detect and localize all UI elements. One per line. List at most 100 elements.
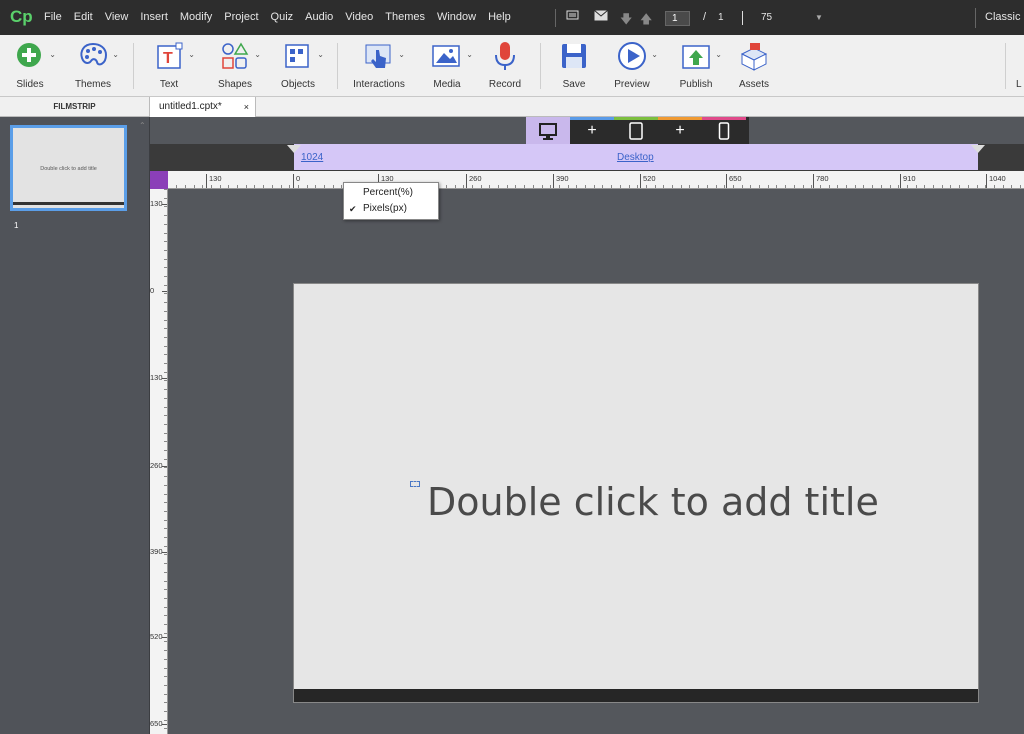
ruler-minor-tick <box>164 719 167 721</box>
slide-stage[interactable]: Double click to add title <box>293 283 979 703</box>
menu-help[interactable]: Help <box>488 11 511 23</box>
mobile-view-button[interactable] <box>702 117 746 144</box>
ruler-minor-tick <box>445 185 447 188</box>
left-breakpoint-marker[interactable] <box>287 145 301 153</box>
menu-modify[interactable]: Modify <box>180 11 212 23</box>
shapes-button[interactable]: ⌄ Shapes <box>213 40 261 90</box>
text-placeholder-handle[interactable] <box>410 481 420 487</box>
slide-thumbnail[interactable]: Double click to add title <box>10 125 127 211</box>
checkmark-icon: ✔ <box>349 204 357 214</box>
add-slide-icon: ⌄ <box>14 40 56 72</box>
ruler-minor-tick <box>463 185 465 188</box>
save-button[interactable]: Save <box>555 40 593 90</box>
ruler-minor-tick <box>663 185 665 188</box>
ruler-minor-tick <box>289 185 291 188</box>
add-breakpoint-plus-icon[interactable]: + <box>658 117 702 144</box>
ruler-minor-tick <box>680 185 682 188</box>
themes-button[interactable]: ⌄ Themes <box>70 40 119 90</box>
ruler-minor-tick <box>637 185 639 188</box>
ruler-minor-tick <box>506 185 508 188</box>
ruler-minor-tick <box>271 185 273 188</box>
breakpoint-width-link[interactable]: 1024 <box>301 152 323 163</box>
horizontal-ruler[interactable]: 130 0 130 260 390 520 650 780 910 1040 <box>150 171 1024 189</box>
add-breakpoint-plus-icon[interactable]: + <box>570 117 614 144</box>
ruler-minor-tick <box>164 406 167 408</box>
interactions-button[interactable]: ⌄ Interactions <box>353 40 405 90</box>
toolbar-divider <box>133 43 134 89</box>
breakpoint-name-link[interactable]: Desktop <box>617 152 654 163</box>
ruler-minor-tick <box>164 458 167 460</box>
ruler-minor-tick <box>219 185 221 188</box>
ruler-minor-tick <box>164 302 167 304</box>
assets-button[interactable]: Assets <box>735 40 773 90</box>
ruler-minor-tick <box>193 185 195 188</box>
ruler-minor-tick <box>471 185 473 188</box>
ruler-minor-tick <box>164 336 167 338</box>
menu-quiz[interactable]: Quiz <box>271 11 294 23</box>
ruler-minor-tick <box>645 185 647 188</box>
title-placeholder[interactable]: Double click to add title <box>427 480 879 524</box>
svg-text:T: T <box>163 50 173 67</box>
menu-window[interactable]: Window <box>437 11 476 23</box>
ruler-minor-tick <box>906 185 908 188</box>
main-toolbar: ⌄ Slides ⌄ Themes T ⌄ Text ⌄ Shapes ⌄ Ob… <box>0 35 1024 97</box>
close-tab-icon[interactable]: × <box>244 97 249 117</box>
ruler-minor-tick <box>164 597 167 599</box>
current-slide-input[interactable]: 1 <box>665 11 690 26</box>
media-button[interactable]: ⌄ Media <box>425 40 473 90</box>
record-button[interactable]: Record <box>485 40 525 90</box>
ruler-minor-tick <box>489 185 491 188</box>
zoom-chevron-down-icon[interactable]: ▼ <box>815 13 823 22</box>
menu-divider <box>555 9 556 27</box>
pager-divider <box>742 11 743 25</box>
menu-view[interactable]: View <box>105 11 129 23</box>
slides-button[interactable]: ⌄ Slides <box>8 40 56 90</box>
menu-themes[interactable]: Themes <box>385 11 425 23</box>
arrow-up-icon[interactable]: 🡅 <box>640 10 652 31</box>
vertical-ruler[interactable]: 130 0 130 260 390 520 650 <box>150 171 168 734</box>
desktop-view-button[interactable] <box>526 117 570 144</box>
menu-project[interactable]: Project <box>224 11 258 23</box>
menu-insert[interactable]: Insert <box>140 11 168 23</box>
slide-notes-icon[interactable] <box>566 10 579 25</box>
truncated-toolbar-label[interactable]: L <box>1016 79 1022 90</box>
zoom-select[interactable]: 75 <box>761 12 772 23</box>
ruler-minor-tick <box>498 185 499 188</box>
mail-icon[interactable] <box>594 10 608 24</box>
preview-button[interactable]: ⌄ Preview <box>610 40 658 90</box>
text-button[interactable]: T ⌄ Text <box>150 40 195 90</box>
ruler-minor-tick <box>854 185 856 188</box>
document-tab[interactable]: untitled1.cptx* × <box>150 97 256 117</box>
ruler-minor-tick <box>164 223 167 225</box>
percent-option[interactable]: Percent(%) <box>363 187 413 198</box>
ruler-minor-tick <box>237 185 238 188</box>
pixels-option[interactable]: Pixels(px) <box>363 203 407 214</box>
ruler-minor-tick <box>263 185 265 188</box>
ruler-minor-tick <box>164 589 167 591</box>
filmstrip-collapse-icon[interactable]: ⌃ <box>139 121 146 130</box>
arrow-down-icon[interactable]: 🡇 <box>620 10 632 31</box>
ruler-minor-tick <box>297 185 299 188</box>
menu-audio[interactable]: Audio <box>305 11 333 23</box>
menu-video[interactable]: Video <box>345 11 373 23</box>
ruler-minor-tick <box>164 537 167 538</box>
ruler-minor-tick <box>164 615 167 617</box>
tablet-view-button[interactable] <box>614 117 658 144</box>
ruler-minor-tick <box>950 185 952 188</box>
workspace-switcher[interactable]: Classic <box>985 11 1020 23</box>
ruler-minor-tick <box>164 667 167 669</box>
right-breakpoint-marker[interactable] <box>971 145 985 153</box>
objects-button[interactable]: ⌄ Objects <box>276 40 324 90</box>
slide-footer-bar <box>294 689 978 702</box>
ruler-minor-tick <box>164 354 167 356</box>
breakpoint-bar: 1024 Desktop <box>150 144 1024 171</box>
ruler-minor-tick <box>164 641 167 643</box>
menu-edit[interactable]: Edit <box>74 11 93 23</box>
ruler-minor-tick <box>164 189 167 190</box>
ruler-minor-tick <box>164 693 167 695</box>
menu-file[interactable]: File <box>44 11 62 23</box>
ruler-minor-tick <box>164 711 167 712</box>
ruler-unit-corner[interactable] <box>150 171 168 189</box>
ruler-minor-tick <box>776 185 778 188</box>
publish-button[interactable]: ⌄ Publish <box>674 40 722 90</box>
